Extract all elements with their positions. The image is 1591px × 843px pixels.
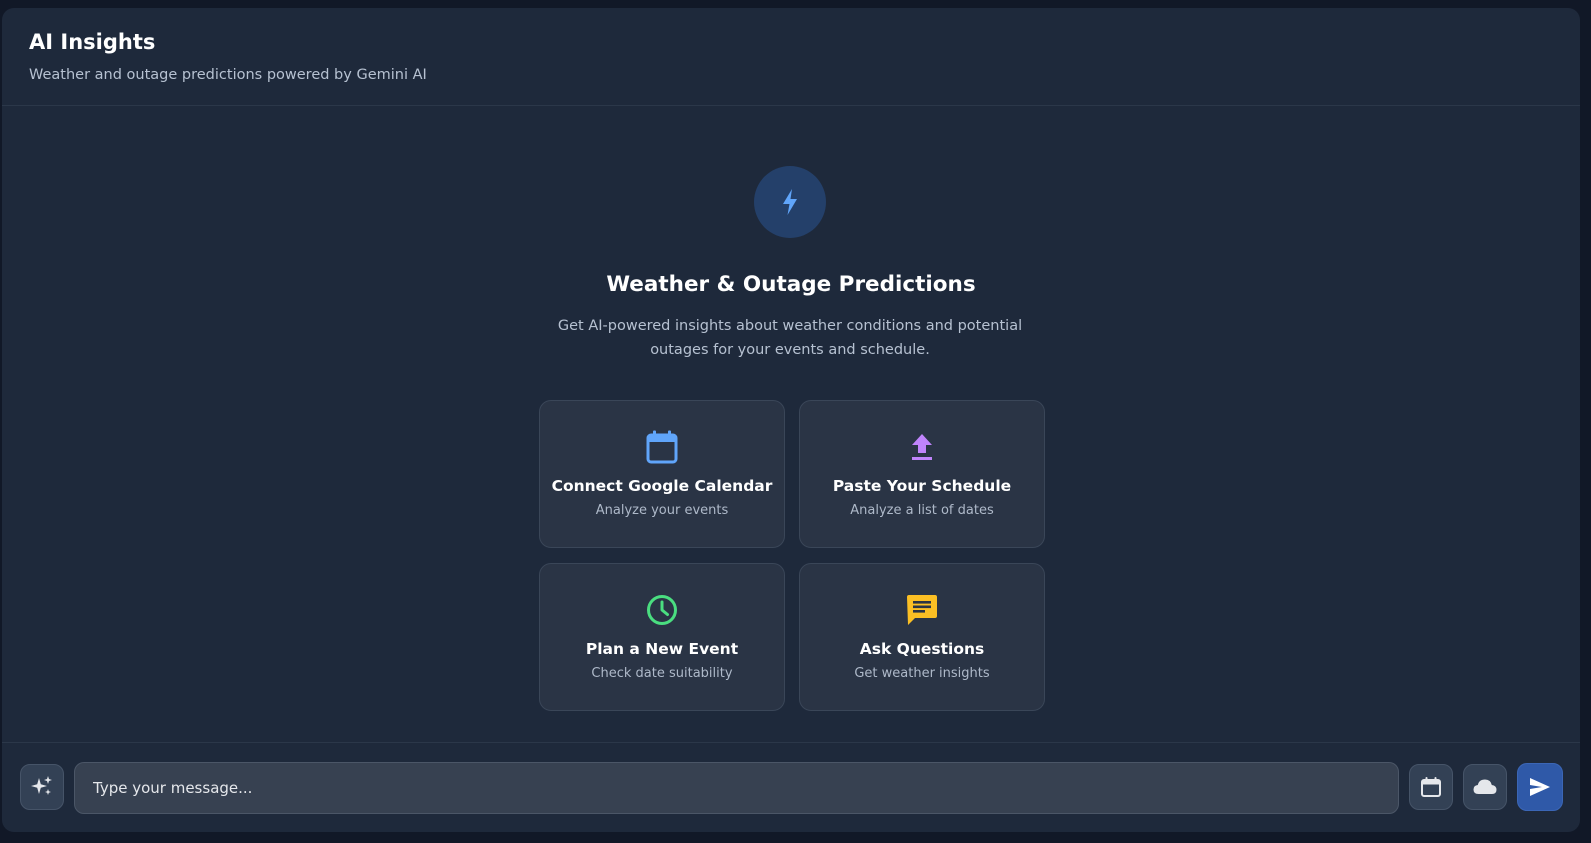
page-subtitle: Weather and outage predictions powered b…: [29, 67, 427, 83]
lightning-bolt-icon: [754, 166, 826, 238]
card-subtitle: Get weather insights: [854, 666, 990, 681]
hero-description: Get AI-powered insights about weather co…: [557, 318, 1023, 358]
calendar-icon: [540, 429, 784, 465]
send-icon: [1530, 778, 1550, 796]
card-subtitle: Analyze your events: [595, 503, 729, 518]
card-title: Plan a New Event: [585, 640, 739, 658]
upload-icon: [800, 429, 1044, 465]
card-subtitle: Analyze a list of dates: [850, 503, 994, 518]
message-input[interactable]: [74, 762, 1399, 814]
card-title: Paste Your Schedule: [832, 477, 1012, 495]
card-title: Connect Google Calendar: [551, 477, 773, 495]
cloud-icon: [1473, 779, 1497, 794]
chat-icon: [800, 592, 1044, 628]
ai-suggestions-button[interactable]: [20, 764, 64, 810]
ai-insights-panel: AI Insights Weather and outage predictio…: [2, 8, 1580, 832]
page-title: AI Insights: [29, 30, 156, 54]
send-button[interactable]: [1517, 763, 1563, 811]
panel-header: AI Insights Weather and outage predictio…: [2, 8, 1580, 106]
clock-icon: [540, 592, 784, 628]
calendar-button[interactable]: [1409, 764, 1453, 810]
ask-questions-card[interactable]: Ask Questions Get weather insights: [799, 563, 1045, 711]
connect-google-calendar-card[interactable]: Connect Google Calendar Analyze your eve…: [539, 400, 785, 548]
plan-a-new-event-card[interactable]: Plan a New Event Check date suitability: [539, 563, 785, 711]
paste-your-schedule-card[interactable]: Paste Your Schedule Analyze a list of da…: [799, 400, 1045, 548]
weather-button[interactable]: [1463, 764, 1507, 810]
message-composer: [2, 742, 1580, 832]
sparkle-icon: [31, 776, 52, 795]
hero-title: Weather & Outage Predictions: [606, 272, 976, 297]
card-title: Ask Questions: [859, 640, 985, 658]
calendar-icon: [1421, 777, 1441, 797]
card-subtitle: Check date suitability: [591, 666, 733, 681]
